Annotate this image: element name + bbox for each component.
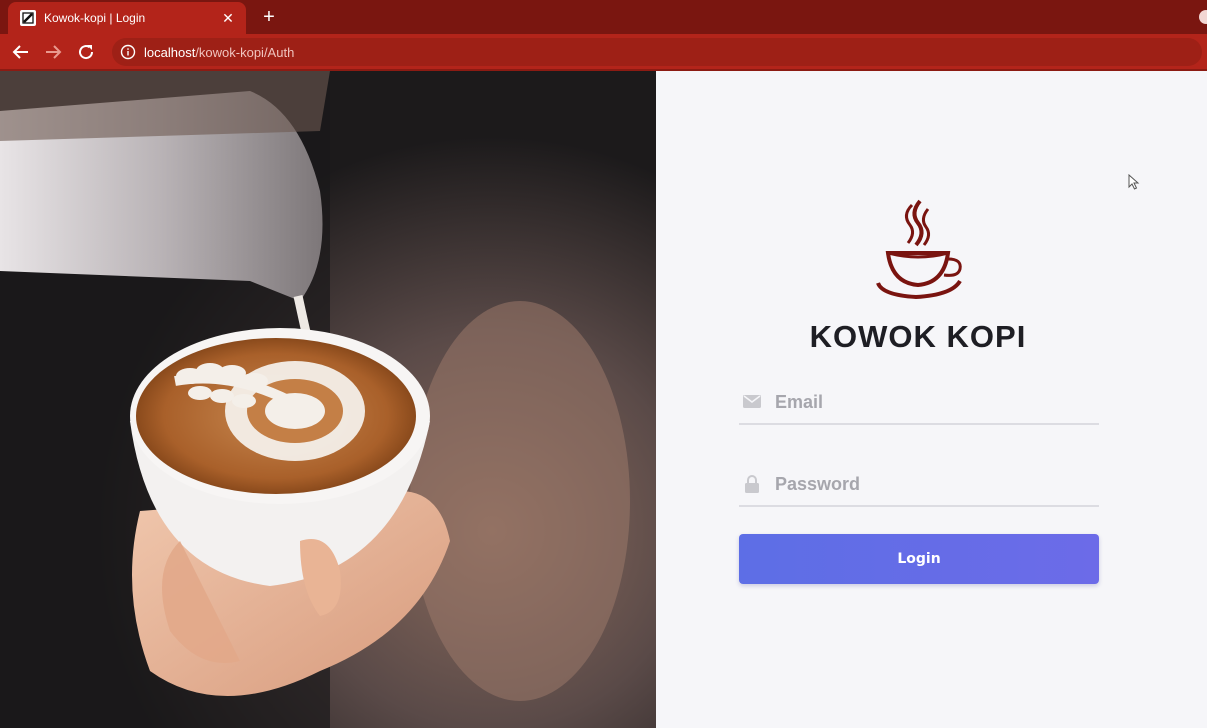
envelope-icon (742, 392, 762, 412)
barista-latte-art-photo (0, 71, 656, 728)
login-page: KOWOK KOPI Login (0, 71, 1207, 728)
browser-toolbar: localhost/kowok-kopi/Auth (0, 34, 1207, 71)
browser-tab-strip: Kowok-kopi | Login ✕ + (0, 0, 1207, 34)
close-tab-icon[interactable]: ✕ (220, 10, 236, 26)
mouse-cursor-icon (1128, 173, 1140, 190)
url-path: /kowok-kopi/Auth (195, 44, 295, 60)
email-input[interactable] (775, 391, 1075, 413)
site-info-icon[interactable] (120, 44, 136, 60)
password-field (739, 463, 1099, 507)
reload-icon[interactable] (74, 40, 98, 64)
tab-title: Kowok-kopi | Login (44, 11, 146, 25)
login-button[interactable]: Login (739, 534, 1099, 584)
url-host: localhost (144, 44, 196, 60)
brand-title: KOWOK KOPI (809, 319, 1027, 354)
login-panel: KOWOK KOPI Login (656, 71, 1207, 728)
email-field (739, 381, 1099, 425)
password-input[interactable] (775, 473, 1075, 495)
browser-tab-active[interactable]: Kowok-kopi | Login ✕ (8, 2, 246, 34)
new-tab-button[interactable]: + (258, 6, 280, 28)
address-bar[interactable]: localhost/kowok-kopi/Auth (112, 38, 1202, 66)
forward-arrow-icon[interactable] (41, 40, 65, 64)
back-arrow-icon[interactable] (9, 40, 33, 64)
site-favicon-icon (20, 10, 36, 26)
lock-icon (742, 474, 762, 494)
profile-menu-icon[interactable] (1199, 10, 1207, 24)
coffee-cup-icon (874, 199, 964, 303)
